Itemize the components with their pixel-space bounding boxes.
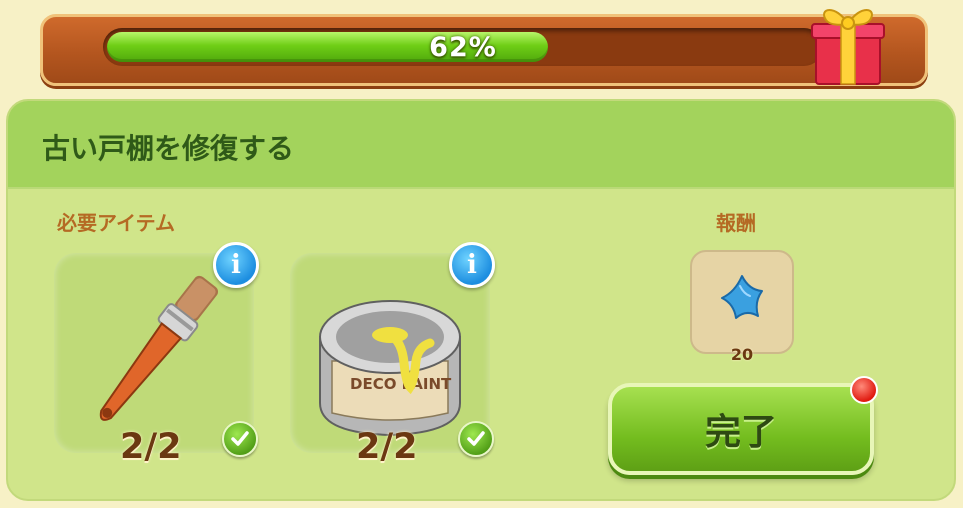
quest-header: 古い戸棚を修復する [8, 101, 954, 189]
quest-panel: 古い戸棚を修復する 必要アイテム 報酬 i 2/2 DECO PAINT i 2… [6, 99, 956, 501]
quest-progress-bar: 62% [40, 14, 928, 86]
reward-amount: 20 [730, 345, 754, 364]
info-icon[interactable]: i [213, 242, 259, 288]
required-items-label: 必要アイテム [57, 211, 175, 235]
checkmark-icon [458, 421, 494, 457]
gift-box-icon[interactable] [808, 0, 888, 86]
item-count: 2/2 [356, 427, 418, 467]
notification-dot [850, 376, 878, 404]
item-count: 2/2 [120, 427, 182, 467]
progress-percent: 62% [429, 31, 497, 63]
complete-button[interactable]: 完了 [608, 383, 874, 475]
blue-star-icon [721, 275, 763, 319]
info-icon[interactable]: i [449, 242, 495, 288]
quest-title: 古い戸棚を修復する [42, 132, 295, 165]
reward-label: 報酬 [716, 211, 756, 235]
checkmark-icon [222, 421, 258, 457]
svg-text:DECO PAINT: DECO PAINT [350, 375, 452, 393]
reward-slot [690, 250, 794, 354]
progress-track: 62% [103, 28, 823, 66]
